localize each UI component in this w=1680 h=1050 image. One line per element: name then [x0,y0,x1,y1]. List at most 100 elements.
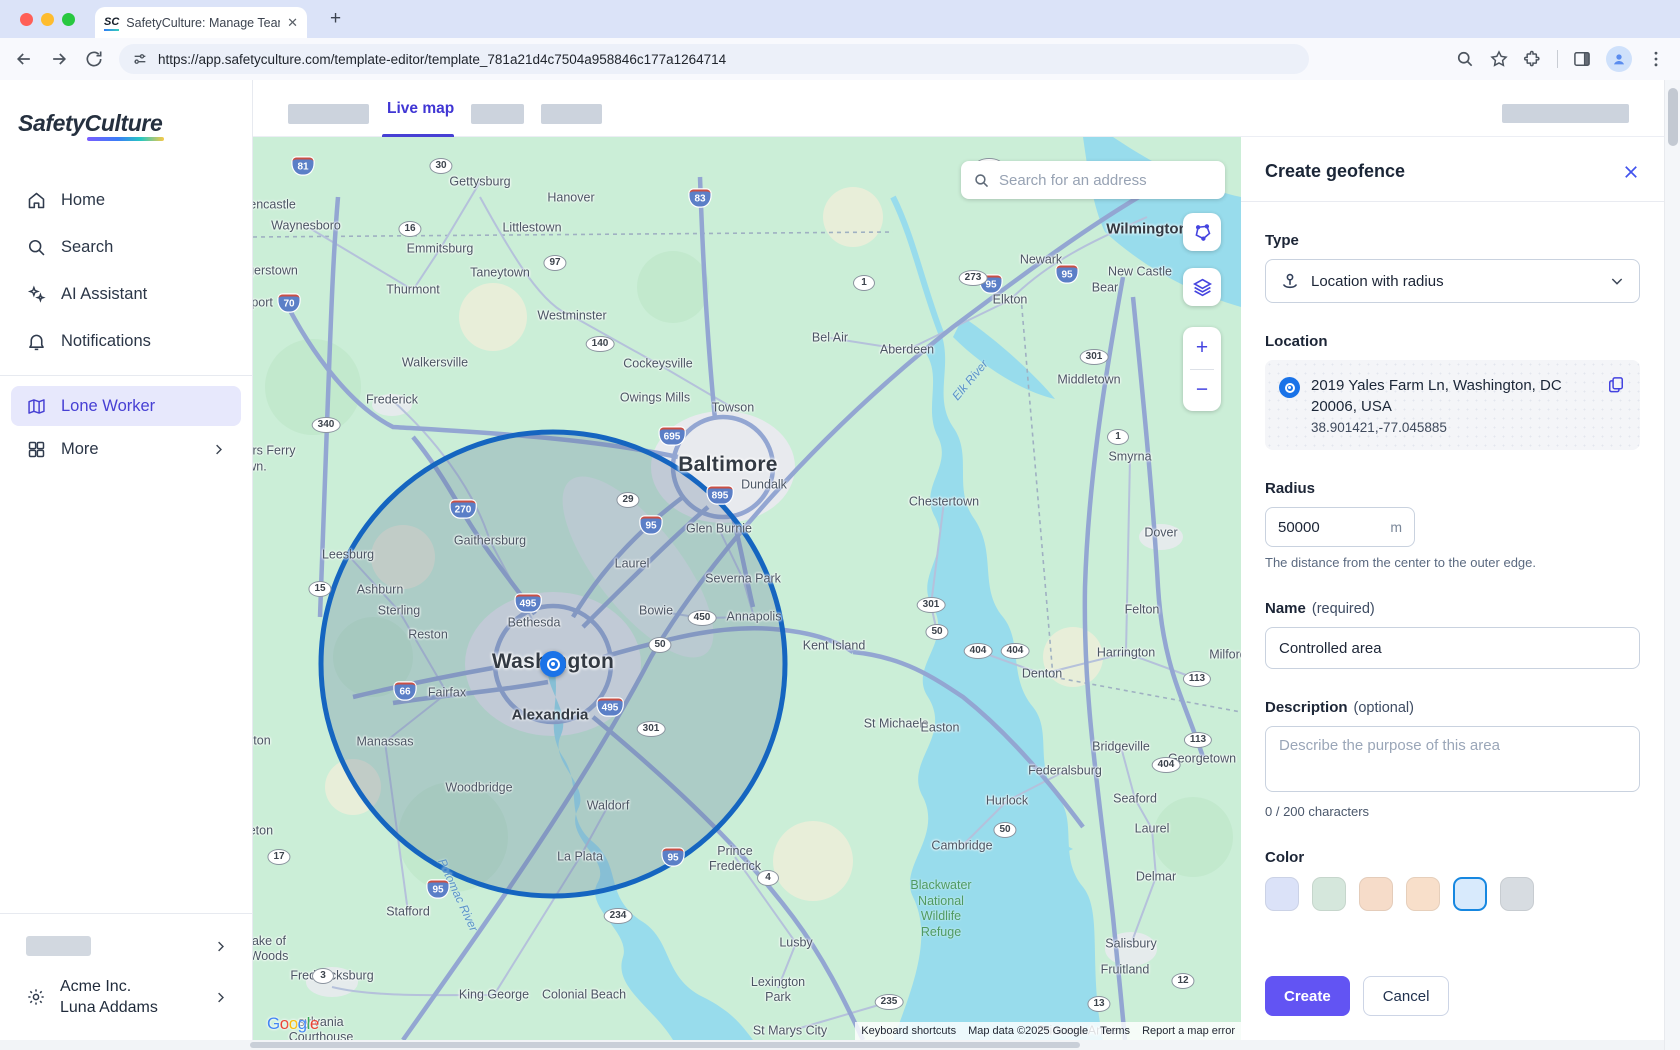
location-radius-icon [1280,271,1300,291]
profile-avatar[interactable] [1606,46,1632,72]
radius-label: Radius [1265,480,1640,497]
sidebar-item-ai-assistant[interactable]: AI Assistant [0,271,252,318]
sidebar-item-label: Search [61,238,113,257]
color-swatch-1[interactable] [1312,877,1346,911]
extensions-icon[interactable] [1523,49,1543,69]
sidebar-nav: Home Search AI Assistant Notifications Lone … [0,177,252,473]
type-select[interactable]: Location with radius [1265,259,1640,303]
location-text: 2019 Yales Farm Ln, Washington, DC 20006… [1311,375,1595,435]
minimize-window-button[interactable] [41,13,54,26]
type-value: Location with radius [1311,273,1598,290]
org-user: Luna Addams [60,997,158,1018]
draw-geofence-button[interactable] [1183,213,1221,251]
close-icon[interactable] [1622,163,1640,181]
vertical-scrollbar-thumb[interactable] [1668,88,1678,146]
geofence-center-marker[interactable] [540,651,566,677]
chevron-right-icon [211,442,226,457]
header-placeholder [1502,104,1629,123]
horizontal-scrollbar-thumb[interactable] [250,1042,1080,1048]
side-panel-icon[interactable] [1572,49,1592,69]
map-attribution-item[interactable]: Keyboard shortcuts [855,1022,962,1040]
color-swatch-2[interactable] [1359,877,1393,911]
sidebar-item-lone-worker[interactable]: Lone Worker [11,386,241,426]
zoom-icon[interactable] [1455,49,1475,69]
google-logo-letter: o [280,1014,289,1033]
address-search-input[interactable] [999,172,1213,189]
site-info-icon[interactable] [132,51,148,67]
sidebar-bottom: Acme Inc. Luna Addams [0,913,252,1040]
panel-title: Create geofence [1265,161,1405,182]
map-zoom-control: + − [1183,327,1221,411]
type-label: Type [1265,232,1640,249]
create-geofence-panel: Create geofence Type Location with radiu… [1241,137,1664,1040]
tab-placeholder[interactable] [541,104,602,124]
browser-tab[interactable]: SC SafetyCulture: Manage Teams and... ✕ [95,7,307,38]
name-required-text: (required) [1312,601,1375,617]
map-layers-button[interactable] [1183,268,1221,306]
tab-live-map[interactable]: Live map [387,100,454,118]
sidebar-item-label: AI Assistant [61,285,147,304]
sidebar-collapsed-row[interactable] [0,914,252,956]
tab-close-icon[interactable]: ✕ [287,15,298,31]
tab-placeholder[interactable] [471,104,524,124]
sidebar-item-label: Lone Worker [61,397,155,416]
sidebar-item-more[interactable]: More [0,426,252,473]
color-swatch-3[interactable] [1406,877,1440,911]
radius-field[interactable]: m [1265,507,1415,547]
description-optional-text: (optional) [1354,700,1414,716]
sidebar-item-search[interactable]: Search [0,224,252,271]
map-attribution-item[interactable]: Terms [1094,1022,1136,1040]
address-bar[interactable]: https://app.safetyculture.com/template-e… [119,44,1309,74]
chevron-right-icon [213,990,228,1005]
map-search-box[interactable] [961,161,1225,199]
sidebar-item-notifications[interactable]: Notifications [0,318,252,365]
org-info: Acme Inc. Luna Addams [60,976,158,1018]
browser-tabstrip: SC SafetyCulture: Manage Teams and... ✕ … [0,0,1680,38]
map-canvas[interactable]: BaltimoreWashingtonWilmingtonWaynesboroG… [253,137,1241,1040]
app-root: SafetyCulture Home Search AI Assistant Noti… [0,80,1680,1050]
back-button[interactable] [14,49,34,69]
character-count: 0 / 200 characters [1265,804,1640,819]
bookmark-star-icon[interactable] [1489,49,1509,69]
radius-input[interactable] [1278,519,1368,536]
location-coordinates: 38.901421,-77.045885 [1311,420,1595,435]
map-attribution-item: Map data ©2025 Google [962,1022,1094,1040]
description-textarea[interactable] [1265,726,1640,792]
layers-icon [1192,277,1213,298]
zoom-out-button[interactable]: − [1183,370,1221,412]
new-tab-button[interactable]: + [330,8,341,30]
close-window-button[interactable] [20,13,33,26]
reload-button[interactable] [84,49,104,69]
create-button[interactable]: Create [1265,976,1350,1016]
map-attribution: Keyboard shortcutsMap data ©2025 GoogleT… [855,1022,1241,1040]
browser-menu-icon[interactable] [1646,49,1666,69]
maximize-window-button[interactable] [62,13,75,26]
window-controls[interactable] [20,13,75,26]
name-input[interactable] [1265,627,1640,669]
sidebar-item-home[interactable]: Home [0,177,252,224]
gear-icon [26,987,46,1007]
copy-icon[interactable] [1606,375,1626,395]
google-logo-letter: g [298,1014,307,1033]
forward-button[interactable] [49,49,69,69]
color-swatches [1265,877,1640,911]
bell-icon [26,331,47,352]
color-swatch-0[interactable] [1265,877,1299,911]
cancel-button[interactable]: Cancel [1363,976,1450,1016]
map-attribution-item[interactable]: Report a map error [1136,1022,1241,1040]
placeholder-bar [26,936,91,956]
horizontal-scrollbar[interactable] [0,1040,1664,1050]
color-swatch-5[interactable] [1500,877,1534,911]
tab-placeholder[interactable] [288,104,369,124]
safetyculture-favicon-icon: SC [104,17,119,28]
panel-divider [1241,201,1664,202]
chevron-right-icon [213,939,228,954]
vertical-scrollbar[interactable] [1664,80,1680,1050]
color-swatch-4[interactable] [1453,877,1487,911]
zoom-in-button[interactable]: + [1183,327,1221,369]
org-switcher[interactable]: Acme Inc. Luna Addams [0,956,252,1040]
org-company: Acme Inc. [60,976,158,997]
safetyculture-logo: SafetyCulture [18,110,252,137]
main-area: Live map [253,80,1664,1040]
content-area: BaltimoreWashingtonWilmingtonWaynesboroG… [253,137,1664,1040]
